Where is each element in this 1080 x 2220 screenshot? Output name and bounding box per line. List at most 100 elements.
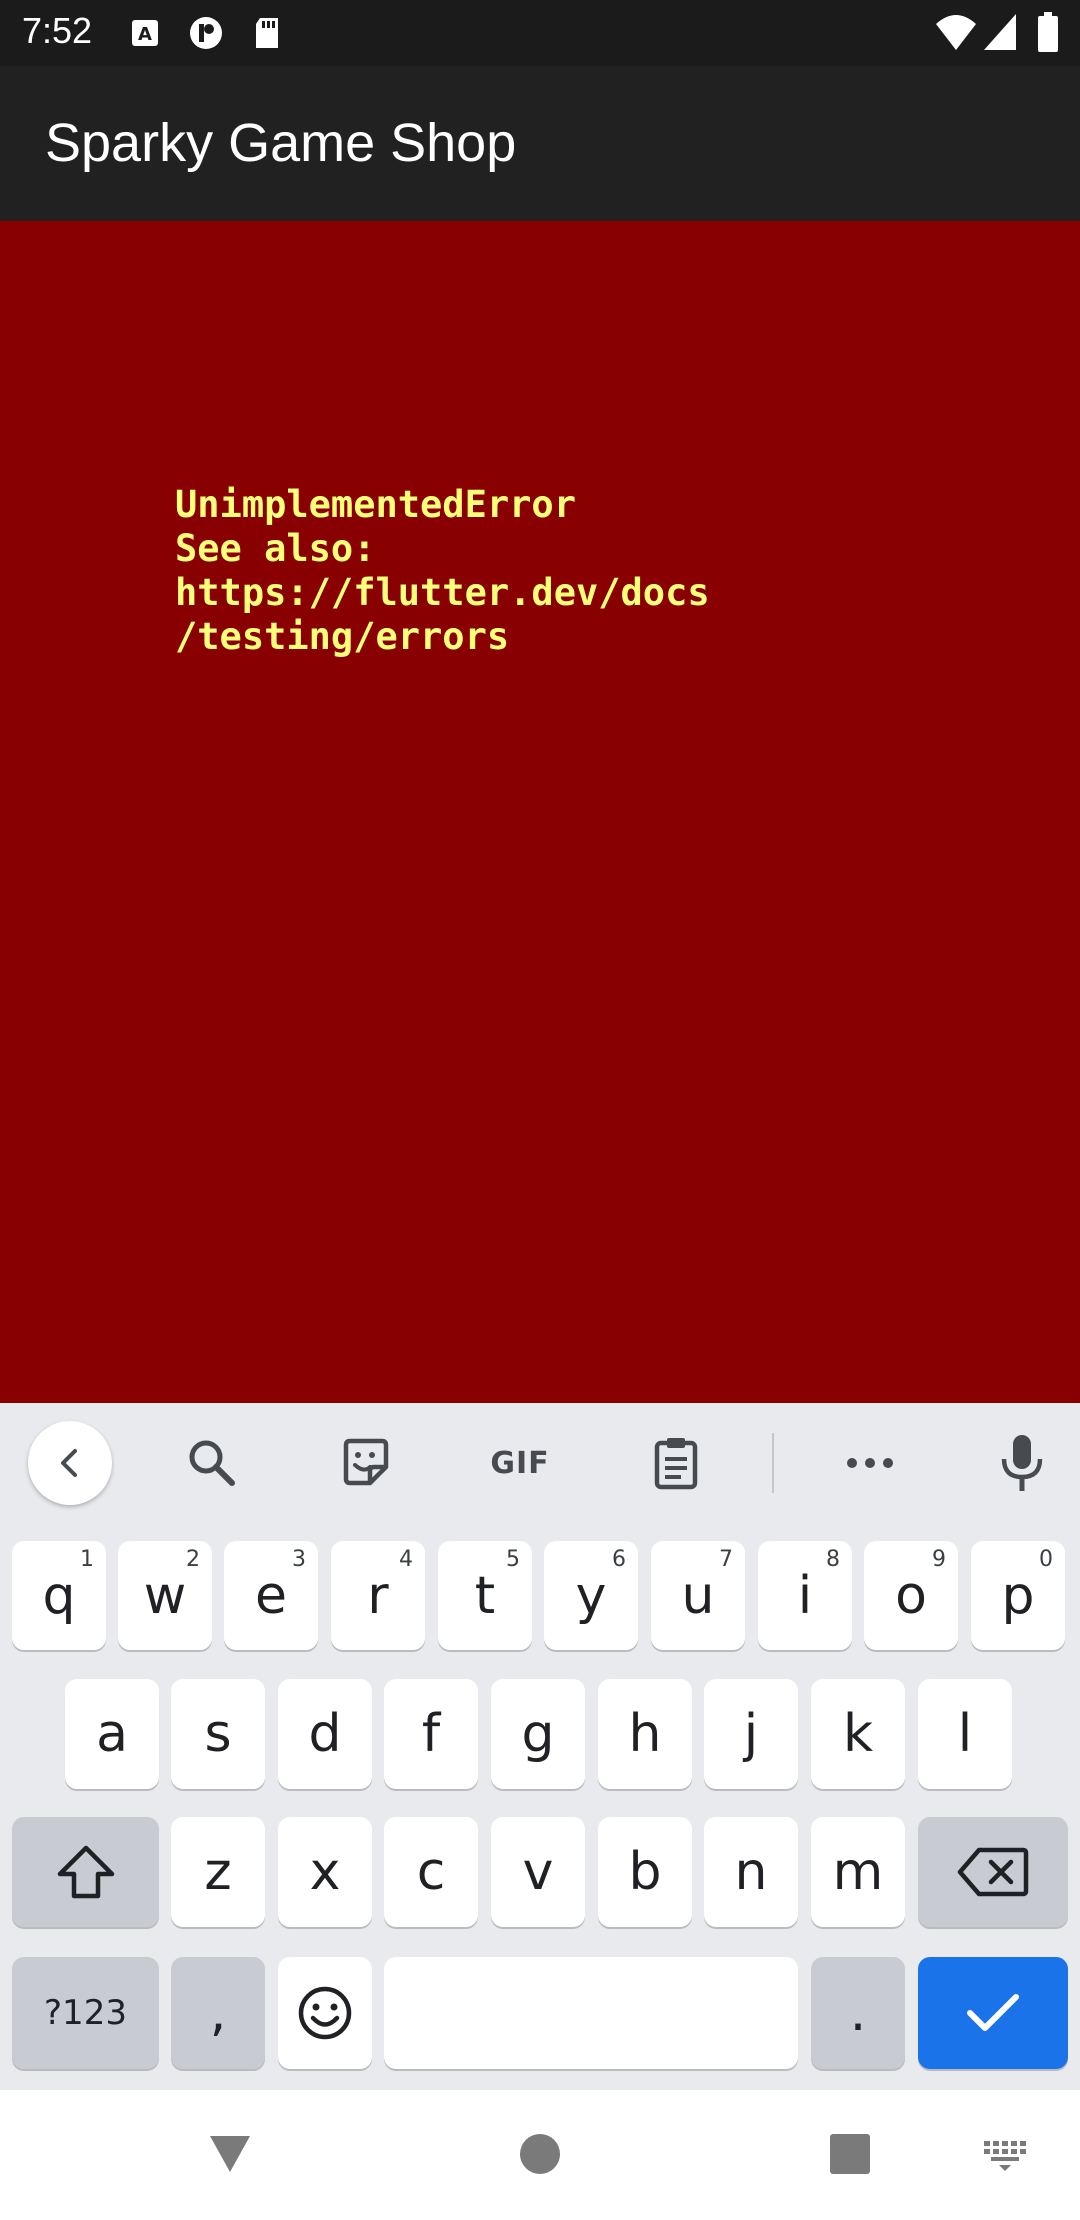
key-o[interactable]: o9 [864,1541,958,1650]
key-label: ?123 [44,1993,127,2033]
error-type: UnimplementedError [175,483,576,526]
error-message: UnimplementedError See also: https://flutt… [175,483,710,659]
key-hint: 4 [399,1547,413,1572]
key-hint: 8 [826,1547,840,1572]
key-hint: 0 [1039,1547,1053,1572]
key-f[interactable]: f [384,1679,478,1789]
soft-keyboard: GIF q 1 w 2 e 3 r 4 t 5 y 6 u 7 i 8 o 9 … [0,1403,1080,2090]
key-e[interactable]: e3 [224,1541,318,1650]
key-label: x [309,1842,341,1902]
key-label: c [416,1842,446,1902]
key-t[interactable]: t5 [438,1541,532,1650]
key-hint: 9 [932,1547,946,1572]
period-key[interactable]: . [811,1957,905,2069]
key-l[interactable]: l [918,1679,1012,1789]
key-v[interactable]: v [491,1817,585,1927]
toolbar-back-button[interactable] [28,1421,112,1505]
key-hint: 1 [80,1547,94,1572]
navigation-bar [0,2090,1080,2220]
sticker-button[interactable] [326,1423,406,1503]
keyboard-switch-button[interactable] [978,2134,1034,2178]
shift-key[interactable] [12,1817,159,1927]
key-label: m [832,1842,884,1902]
key-d[interactable]: d [278,1679,372,1789]
key-label: l [957,1704,973,1764]
more-button[interactable] [830,1423,910,1503]
key-label: h [628,1704,662,1764]
battery-icon [1038,12,1058,52]
status-time: 7:52 [22,10,93,51]
error-see-also: See also: [175,527,376,570]
spacebar-key[interactable] [384,1957,798,2069]
key-r[interactable]: r4 [331,1541,425,1650]
key-s[interactable]: s [171,1679,265,1789]
key-label: z [204,1842,232,1902]
key-x[interactable]: x [278,1817,372,1927]
key-w[interactable]: w2 [118,1541,212,1650]
gif-button[interactable]: GIF [478,1423,562,1503]
key-n[interactable]: n [704,1817,798,1927]
home-nav-button[interactable] [510,2124,570,2184]
keyboard-toolbar: GIF [0,1403,1080,1521]
key-k[interactable]: k [811,1679,905,1789]
key-label: v [522,1842,554,1902]
signal-icon [984,14,1016,50]
key-j[interactable]: j [704,1679,798,1789]
key-label: s [204,1704,232,1764]
more-horizontal-icon [847,1458,893,1468]
back-nav-button[interactable] [200,2124,260,2184]
shift-icon [57,1845,114,1899]
gif-label: GIF [490,1445,550,1481]
key-a[interactable]: a [65,1679,159,1789]
p-notification-icon [190,17,222,49]
search-button[interactable] [172,1423,252,1503]
key-label: n [734,1842,768,1902]
enter-key[interactable] [918,1957,1068,2069]
key-i[interactable]: i8 [758,1541,852,1650]
key-label: a [96,1704,128,1764]
comma-key[interactable]: , [171,1957,265,2069]
key-p[interactable]: p0 [971,1541,1065,1650]
recents-nav-button[interactable] [820,2124,880,2184]
key-label: g [521,1704,555,1764]
key-label: o [895,1565,927,1626]
error-panel: UnimplementedError See also: https://flutt… [0,221,1080,1403]
key-label: d [308,1704,342,1764]
recents-square-icon [830,2134,870,2174]
key-c[interactable]: c [384,1817,478,1927]
backspace-icon [957,1847,1029,1897]
app-bar: Sparky Game Shop [0,66,1080,221]
key-y[interactable]: y6 [544,1541,638,1650]
key-label: f [421,1704,441,1764]
key-b[interactable]: b [598,1817,692,1927]
home-circle-icon [520,2134,560,2174]
key-label: t [474,1565,496,1626]
key-g[interactable]: g [491,1679,585,1789]
status-bar: 7:52 A [0,0,1080,66]
check-icon [967,1994,1019,2031]
key-label: i [797,1565,813,1626]
key-label: r [367,1565,389,1626]
key-q[interactable]: q1 [12,1541,106,1650]
key-z[interactable]: z [171,1817,265,1927]
key-m[interactable]: m [811,1817,905,1927]
symbols-key[interactable]: ?123 [12,1957,159,2069]
sd-card-icon [256,18,278,48]
key-label: e [255,1565,287,1626]
key-h[interactable]: h [598,1679,692,1789]
emoji-key[interactable] [278,1957,372,2069]
key-hint: 2 [186,1547,200,1572]
clipboard-button[interactable] [636,1423,716,1503]
key-hint: 5 [506,1547,520,1572]
search-icon [189,1440,235,1486]
keyboard-icon [984,2141,1026,2171]
backspace-key[interactable] [918,1817,1068,1927]
key-label: u [681,1565,715,1626]
clipboard-icon [654,1438,698,1490]
key-u[interactable]: u7 [651,1541,745,1650]
toolbar-divider [772,1433,774,1493]
emoji-icon [298,1986,352,2040]
mic-icon [1001,1435,1043,1491]
svg-text:A: A [138,24,152,45]
voice-input-button[interactable] [982,1423,1062,1503]
